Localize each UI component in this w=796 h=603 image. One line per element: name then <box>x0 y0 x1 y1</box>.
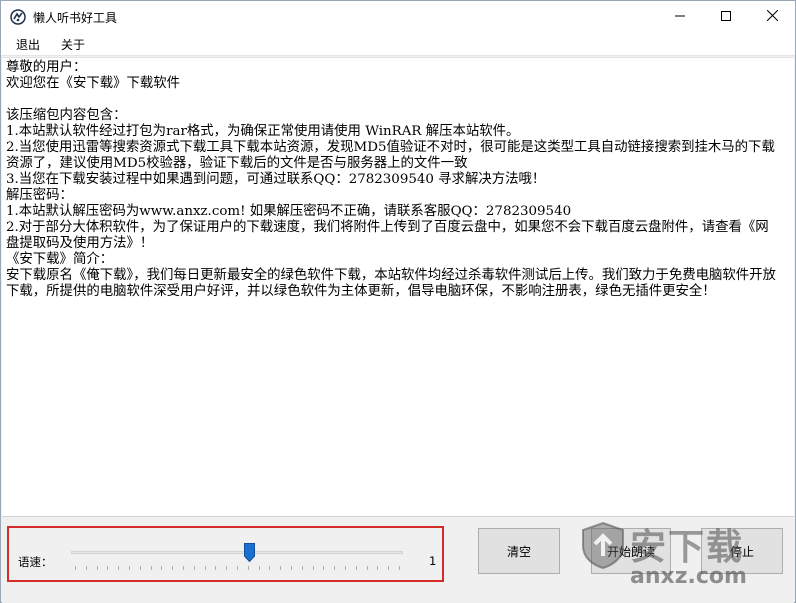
slider-tick <box>280 566 281 570</box>
clear-button[interactable]: 清空 <box>478 528 560 574</box>
slider-tick <box>226 566 227 570</box>
minimize-button[interactable] <box>657 1 703 32</box>
text-content: 尊敬的用户： 欢迎您在《安下载》下载软件 该压缩包内容包含： 1.本站默认软件经… <box>6 60 776 299</box>
slider-tick <box>107 566 108 570</box>
slider-tick <box>377 566 378 570</box>
stop-button[interactable]: 停止 <box>701 528 783 574</box>
minimize-icon <box>675 10 685 24</box>
menu-exit[interactable]: 退出 <box>16 36 40 53</box>
slider-tick <box>215 566 216 570</box>
slider-tick <box>172 566 173 570</box>
slider-tick <box>388 566 389 570</box>
slider-tick <box>118 566 119 570</box>
slider-tick <box>345 566 346 570</box>
menu-bar: 退出 关于 <box>1 32 795 56</box>
slider-tick <box>323 566 324 570</box>
text-input-area[interactable]: 尊敬的用户： 欢迎您在《安下载》下载软件 该压缩包内容包含： 1.本站默认软件经… <box>2 57 794 517</box>
slider-thumb[interactable] <box>244 543 255 563</box>
app-window: 懒人听书好工具 退出 关于 尊敬的用户： 欢迎您在《安下载》下载软件 该压缩包内… <box>0 0 796 603</box>
close-button[interactable] <box>749 1 795 32</box>
slider-tick <box>291 566 292 570</box>
slider-tick <box>140 566 141 570</box>
slider-track[interactable] <box>71 551 403 554</box>
slider-tick <box>313 566 314 570</box>
slider-tick <box>75 566 76 570</box>
window-title: 懒人听书好工具 <box>33 11 118 25</box>
app-icon <box>10 9 26 25</box>
slider-tick <box>302 566 303 570</box>
slider-tick <box>205 566 206 570</box>
close-icon <box>766 9 778 24</box>
slider-tick <box>151 566 152 570</box>
slider-tick <box>248 566 249 570</box>
slider-tick <box>367 566 368 570</box>
slider-tick <box>334 566 335 570</box>
speed-value: 1 <box>429 554 437 568</box>
slider-tick <box>97 566 98 570</box>
speed-control-group: 语速： 1 <box>7 526 444 582</box>
title-bar[interactable]: 懒人听书好工具 <box>1 1 795 32</box>
slider-tick <box>161 566 162 570</box>
slider-tick <box>237 566 238 570</box>
slider-tick <box>129 566 130 570</box>
speed-label: 语速： <box>18 555 53 569</box>
slider-tick <box>269 566 270 570</box>
menu-about[interactable]: 关于 <box>61 36 85 53</box>
slider-tick <box>356 566 357 570</box>
maximize-icon <box>721 10 731 24</box>
slider-tick <box>183 566 184 570</box>
slider-tick <box>399 566 400 570</box>
slider-tick <box>194 566 195 570</box>
slider-tick <box>86 566 87 570</box>
slider-tick <box>259 566 260 570</box>
speed-slider[interactable] <box>71 542 411 572</box>
start-reading-button[interactable]: 开始朗读 <box>591 528 671 574</box>
control-panel: 语速： 1 清空 开始朗读 停止 <box>2 518 794 603</box>
maximize-button[interactable] <box>703 1 749 32</box>
